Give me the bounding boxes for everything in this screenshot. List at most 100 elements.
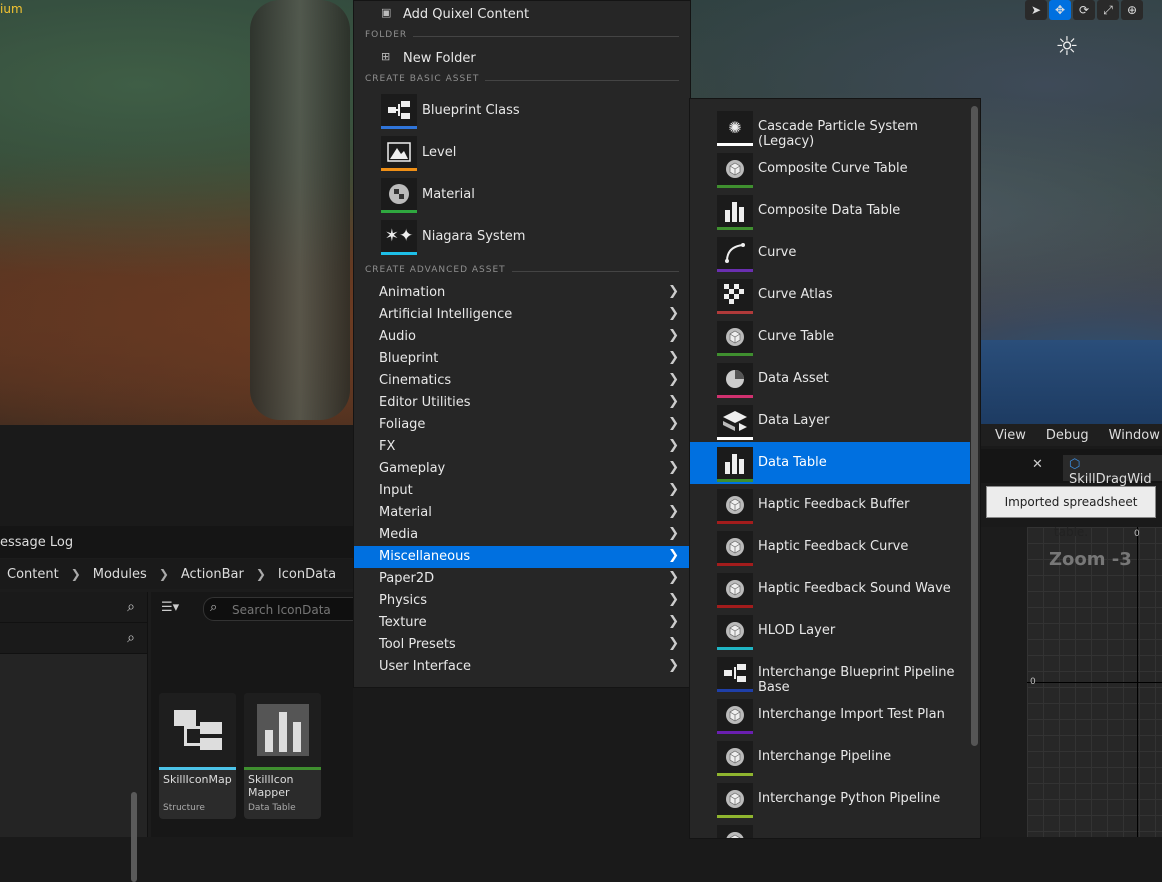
asset-item-haptic-feedback-sound-wave[interactable]: Haptic Feedback Sound Wave [690,568,970,610]
collections-search-row[interactable]: ⌕ [0,623,147,654]
breadcrumb-content[interactable]: Content [7,567,59,582]
asset-item-more[interactable] [690,820,970,838]
menu-category-material[interactable]: Material ❯ [354,502,690,524]
menu-category-foliage[interactable]: Foliage ❯ [354,414,690,436]
menu-category-gameplay[interactable]: Gameplay ❯ [354,458,690,480]
menu-category-miscellaneous[interactable]: Miscellaneous ❯ [354,546,690,568]
tab-skilldragwidget[interactable]: ⬡ SkillDragWid [1063,455,1162,487]
basic-asset-niagara-system[interactable]: ✶✦ Niagara System [354,216,690,258]
menu-item-label: Foliage [379,417,426,432]
menu-category-tool-presets[interactable]: Tool Presets ❯ [354,634,690,656]
menu-item-label: Composite Curve Table [758,161,908,176]
menu-category-audio[interactable]: Audio ❯ [354,326,690,348]
chevron-right-icon[interactable]: ❯ [71,567,81,581]
asset-item-composite-data-table[interactable]: Composite Data Table [690,190,970,232]
breadcrumb-icondata[interactable]: IconData [278,567,336,582]
menu-item-label: Curve [758,245,797,260]
select-arrow-icon[interactable]: ➤ [1025,0,1047,20]
asset-item-composite-curve-table[interactable]: Composite Curve Table [690,148,970,190]
folder-search-row[interactable]: ⌕ [0,592,147,623]
asset-search-input[interactable] [230,600,359,619]
asset-item-curve-atlas[interactable]: Curve Atlas [690,274,970,316]
asset-item-interchange-blueprint-pipeline-base[interactable]: Interchange Blueprint Pipeline Base [690,652,970,695]
breadcrumb-actionbar[interactable]: ActionBar [181,567,244,582]
particle-sparkle-icon: ✺ [717,111,753,143]
bar-chart-icon [244,693,321,770]
translate-icon[interactable]: ✥ [1049,0,1071,20]
asset-item-data-layer[interactable]: Data Layer [690,400,970,442]
menu-category-media[interactable]: Media ❯ [354,524,690,546]
asset-color-bar [717,269,753,272]
menu-category-animation[interactable]: Animation ❯ [354,282,690,304]
chevron-right-icon: ❯ [668,350,679,365]
asset-item-hlod-layer[interactable]: HLOD Layer [690,610,970,652]
menu-category-cinematics[interactable]: Cinematics ❯ [354,370,690,392]
globe-icon[interactable]: ⊕ [1121,0,1143,20]
asset-item-haptic-feedback-buffer[interactable]: Haptic Feedback Buffer [690,484,970,526]
filter-icon[interactable]: ☰▾ [161,600,179,615]
menu-item-label: Data Table [758,455,827,470]
asset-item-data-table[interactable]: Data Table [690,442,970,484]
close-icon[interactable]: ✕ [1032,457,1043,472]
search-icon[interactable]: ⌕ [127,630,135,646]
chevron-right-icon: ❯ [668,306,679,321]
basic-asset-blueprint-class[interactable]: Blueprint Class [354,90,690,132]
menu-category-paper2d[interactable]: Paper2D ❯ [354,568,690,590]
asset-item-haptic-feedback-curve[interactable]: Haptic Feedback Curve [690,526,970,568]
basic-asset-level[interactable]: Level [354,132,690,174]
cube-icon [717,699,753,731]
menu-item-label: Data Asset [758,371,829,386]
curve-icon [717,237,753,269]
scale-icon[interactable]: ⤢ [1097,0,1119,20]
add-quixel-content-item[interactable]: ▣ Add Quixel Content [354,3,690,25]
menu-category-fx[interactable]: FX ❯ [354,436,690,458]
basic-asset-material[interactable]: Material [354,174,690,216]
menu-category-user-interface[interactable]: User Interface ❯ [354,656,690,678]
asset-search-box[interactable]: ⌕ [203,597,365,621]
widget-blueprint-icon: ⬡ [1069,457,1081,472]
menu-item-label: Haptic Feedback Curve [758,539,909,554]
menu-category-blueprint[interactable]: Blueprint ❯ [354,348,690,370]
asset-item-curve-table[interactable]: Curve Table [690,316,970,358]
menu-category-texture[interactable]: Texture ❯ [354,612,690,634]
menu-item-label: Editor Utilities [379,395,471,410]
menu-category-editor-utilities[interactable]: Editor Utilities ❯ [354,392,690,414]
chevron-right-icon[interactable]: ❯ [159,567,169,581]
chevron-right-icon: ❯ [668,328,679,343]
menu-category-input[interactable]: Input ❯ [354,480,690,502]
widget-designer-canvas[interactable]: Zoom -3 0 0 [1027,527,1162,837]
asset-item-data-asset[interactable]: Data Asset [690,358,970,400]
asset-tile-skilliconmapper[interactable]: SkillIcon Mapper Data Table [244,693,321,819]
directional-light-icon[interactable]: ☼ [1052,32,1082,62]
chevron-right-icon[interactable]: ❯ [256,567,266,581]
viewport-transform-toolbar: ➤ ✥ ⟳ ⤢ ⊕ [1025,0,1143,22]
asset-item-cascade-particle-system-legacy[interactable]: ✺ Cascade Particle System (Legacy) [690,106,970,149]
menu-item-label: Animation [379,285,446,300]
asset-tile-skilliconmap[interactable]: SkillIconMap Structure [159,693,236,819]
asset-item-interchange-python-pipeline[interactable]: Interchange Python Pipeline [690,778,970,820]
chevron-right-icon: ❯ [668,592,679,607]
menu-item-label: HLOD Layer [758,623,836,638]
menu-item-label: Physics [379,593,428,608]
scrollbar[interactable] [971,106,978,746]
menu-item-label: Blueprint [379,351,439,366]
menu-item-label: Audio [379,329,416,344]
asset-item-interchange-import-test-plan[interactable]: Interchange Import Test Plan [690,694,970,736]
asset-item-curve[interactable]: Curve [690,232,970,274]
menu-category-artificial-intelligence[interactable]: Artificial Intelligence ❯ [354,304,690,326]
menu-category-physics[interactable]: Physics ❯ [354,590,690,612]
rotate-icon[interactable]: ⟳ [1073,0,1095,20]
blueprint-class-icon [381,94,417,126]
breadcrumb-modules[interactable]: Modules [93,567,147,582]
asset-item-interchange-pipeline[interactable]: Interchange Pipeline [690,736,970,778]
message-log-tab[interactable]: essage Log [0,526,353,558]
menu-window[interactable]: Window [1109,428,1160,443]
asset-color-bar [717,185,753,188]
search-icon[interactable]: ⌕ [127,599,135,615]
menu-item-label: Haptic Feedback Buffer [758,497,910,512]
asset-color-bar [717,815,753,818]
menu-view[interactable]: View [995,428,1026,443]
new-folder-item[interactable]: ⊞ New Folder [354,47,690,69]
scrollbar[interactable] [131,792,137,882]
menu-debug[interactable]: Debug [1046,428,1089,443]
